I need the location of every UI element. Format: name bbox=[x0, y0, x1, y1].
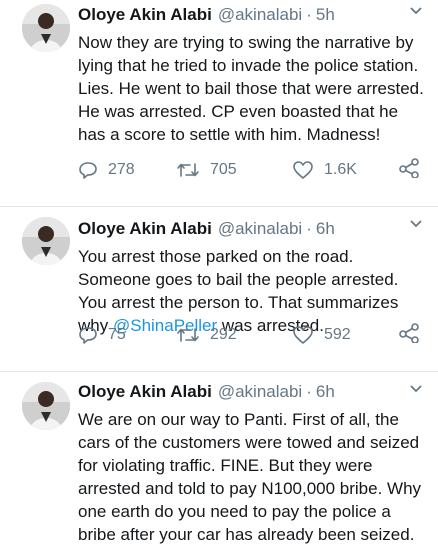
reply-button[interactable]: 278 bbox=[78, 160, 135, 180]
share-icon bbox=[399, 157, 419, 179]
chevron-down-icon[interactable] bbox=[408, 2, 424, 23]
tweet[interactable]: Oloye Akin Alabi @akinalabi · 6h You arr… bbox=[0, 207, 438, 372]
reply-icon bbox=[79, 162, 97, 179]
retweet-icon bbox=[177, 328, 199, 342]
share-icon bbox=[399, 322, 419, 344]
tweet-text: Now they are trying to swing the narrati… bbox=[78, 33, 424, 144]
profile-photo bbox=[22, 4, 70, 52]
like-button[interactable]: 1.6K bbox=[292, 160, 357, 180]
reply-icon bbox=[79, 327, 97, 344]
heart-icon bbox=[293, 326, 313, 344]
separator: · bbox=[306, 382, 312, 401]
tweet-header: Oloye Akin Alabi @akinalabi · 6h bbox=[78, 219, 428, 241]
retweet-button[interactable]: 705 bbox=[176, 160, 237, 180]
tweet[interactable]: Oloye Akin Alabi @akinalabi · 5h Now the… bbox=[0, 0, 438, 207]
avatar[interactable] bbox=[22, 382, 70, 430]
retweet-button[interactable]: 292 bbox=[176, 325, 237, 345]
timestamp[interactable]: 6h bbox=[316, 382, 335, 402]
display-name[interactable]: Oloye Akin Alabi bbox=[78, 382, 212, 402]
reply-count: 75 bbox=[108, 326, 126, 343]
share-button[interactable] bbox=[398, 322, 420, 348]
retweet-count: 705 bbox=[210, 161, 237, 178]
display-name[interactable]: Oloye Akin Alabi bbox=[78, 5, 212, 25]
user-handle[interactable]: @akinalabi bbox=[218, 5, 302, 25]
tweet-text: You arrest those parked on the road. Som… bbox=[78, 245, 428, 337]
retweet-icon bbox=[177, 163, 199, 177]
tweet-text: We are on our way to Panti. First of all… bbox=[78, 410, 422, 544]
retweet-count: 292 bbox=[210, 326, 237, 343]
avatar[interactable] bbox=[22, 217, 70, 265]
tweet-header: Oloye Akin Alabi @akinalabi · 5h bbox=[78, 5, 428, 27]
profile-photo bbox=[22, 217, 70, 265]
like-count: 1.6K bbox=[324, 161, 357, 178]
user-handle[interactable]: @akinalabi bbox=[218, 219, 302, 239]
tweet-header: Oloye Akin Alabi @akinalabi · 6h bbox=[78, 382, 428, 404]
like-count: 592 bbox=[324, 326, 351, 343]
share-button[interactable] bbox=[398, 157, 420, 183]
timestamp[interactable]: 5h bbox=[316, 5, 335, 25]
avatar[interactable] bbox=[22, 4, 70, 52]
tweet[interactable]: Oloye Akin Alabi @akinalabi · 6h We are … bbox=[0, 372, 438, 544]
user-handle[interactable]: @akinalabi bbox=[218, 382, 302, 402]
chevron-down-icon[interactable] bbox=[408, 215, 424, 236]
reply-button[interactable]: 75 bbox=[78, 325, 126, 345]
timestamp[interactable]: 6h bbox=[316, 219, 335, 239]
reply-count: 278 bbox=[108, 161, 135, 178]
like-button[interactable]: 592 bbox=[292, 325, 351, 345]
profile-photo bbox=[22, 382, 70, 430]
chevron-down-icon[interactable] bbox=[408, 380, 424, 401]
heart-icon bbox=[293, 161, 313, 179]
separator: · bbox=[306, 5, 312, 24]
separator: · bbox=[306, 219, 312, 238]
display-name[interactable]: Oloye Akin Alabi bbox=[78, 219, 212, 239]
